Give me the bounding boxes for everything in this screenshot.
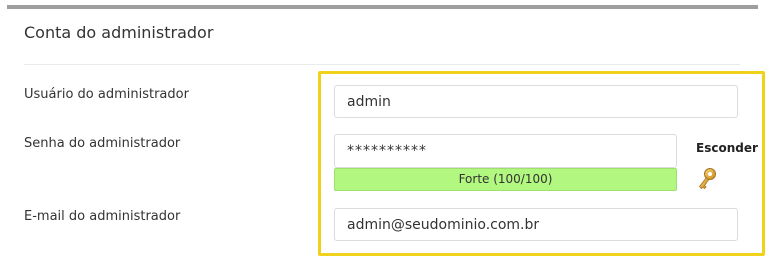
hide-password-link[interactable]: Esconder (696, 141, 758, 155)
section-title: Conta do administrador (24, 23, 214, 42)
username-input[interactable] (334, 85, 738, 118)
username-label: Usuário do administrador (24, 87, 189, 102)
top-divider (7, 5, 758, 9)
password-strength-meter: Forte (100/100) (334, 168, 677, 191)
key-icon-graphic (698, 168, 716, 190)
section-divider (24, 64, 740, 65)
key-icon[interactable] (697, 167, 717, 191)
email-label: E-mail do administrador (24, 209, 181, 224)
password-label: Senha do administrador (24, 136, 181, 151)
email-input[interactable] (334, 208, 738, 241)
password-input[interactable] (334, 134, 677, 168)
